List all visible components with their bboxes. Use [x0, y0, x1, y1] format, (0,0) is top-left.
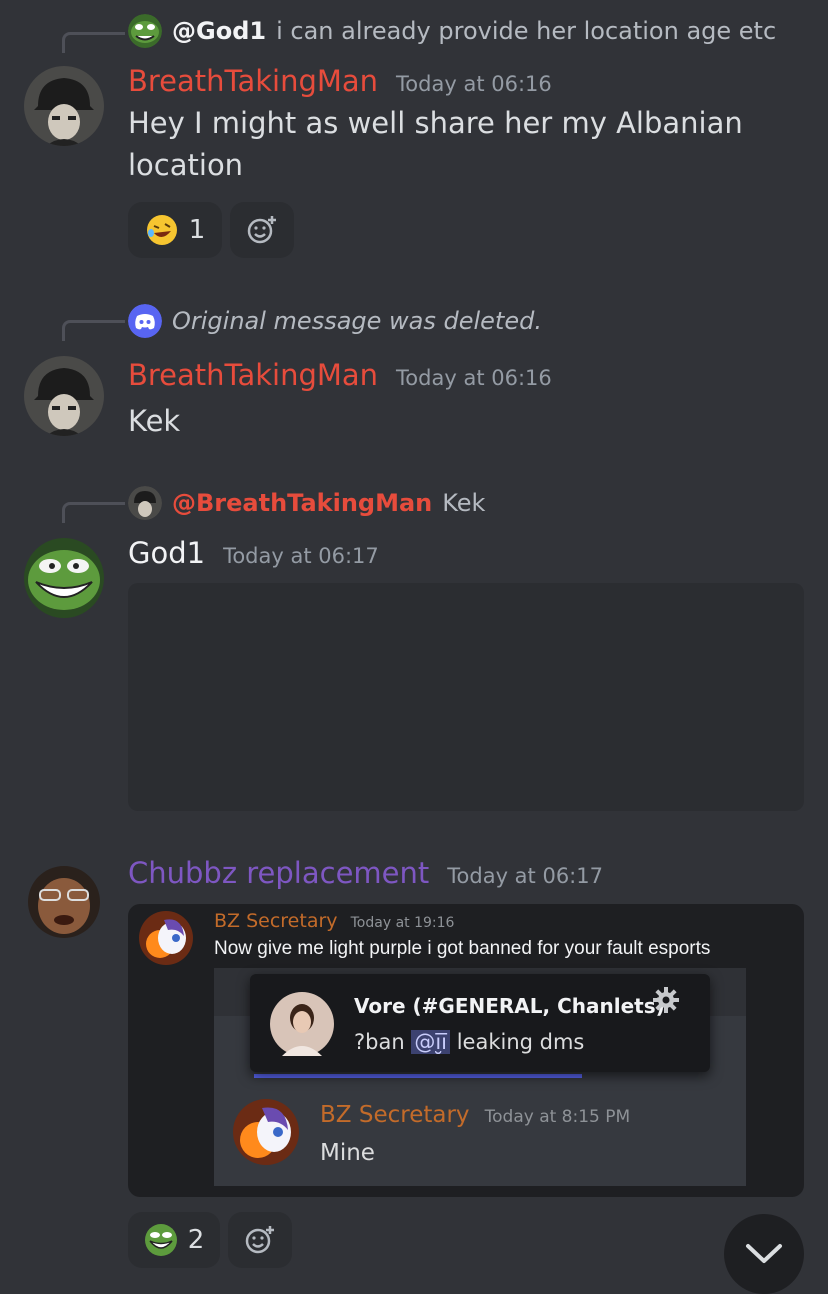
avatar[interactable]	[24, 356, 104, 436]
message-content: Kek	[128, 404, 181, 438]
notification-popup: Vore (#GENERAL, Chanlets) ?ban @ī̮ī leak…	[250, 974, 710, 1072]
message-line: Hey I might as well share her my Albania…	[128, 106, 743, 140]
message-content: Hey I might as well share her my Albania…	[128, 102, 743, 186]
reply-mention[interactable]: @God1	[172, 17, 266, 45]
avatar[interactable]	[24, 538, 104, 618]
image-attachment[interactable]: BZ Secretary Today at 19:16 Now give me …	[128, 904, 804, 1197]
add-reaction-icon	[245, 1226, 274, 1254]
message-header: God1 Today at 06:17	[128, 536, 379, 570]
face-avatar-icon	[28, 866, 100, 938]
message-line: location	[128, 148, 244, 182]
pepe-avatar-icon	[24, 538, 104, 618]
gear-icon	[653, 987, 679, 1013]
rofl-emoji-icon	[146, 215, 177, 245]
popup-text: ?ban	[354, 1030, 405, 1054]
add-reaction-button[interactable]	[228, 1212, 292, 1268]
reply-spine	[62, 320, 125, 341]
chevron-down-icon	[746, 1244, 782, 1263]
reply-text: i can already provide her location age e…	[276, 17, 777, 45]
message-header: Chubbz replacement Today at 06:17	[128, 856, 603, 890]
embed-header: BZ Secretary Today at 19:16	[214, 910, 454, 932]
timestamp: Today at 06:16	[396, 72, 552, 96]
timestamp: Today at 06:17	[447, 864, 603, 888]
reaction-rofl[interactable]: 1	[128, 202, 222, 258]
embed-text: Now give me light purple i got banned fo…	[214, 938, 711, 959]
message-header: BreathTakingMan Today at 06:16	[128, 64, 552, 98]
soldier-avatar-icon	[24, 66, 104, 146]
inner-message-text: Mine	[320, 1140, 375, 1166]
pepe-avatar-icon	[128, 14, 162, 48]
inner-author: BZ Secretary	[320, 1102, 470, 1128]
pepe-laugh-emoji-icon	[144, 1224, 177, 1256]
reply-preview[interactable]: @BreathTakingMan Kek	[128, 486, 485, 520]
inner-time: Today at 8:15 PM	[484, 1107, 631, 1127]
author-name[interactable]: God1	[128, 536, 205, 570]
reaction-pepe[interactable]: 2	[128, 1212, 220, 1268]
media-placeholder[interactable]	[128, 583, 804, 811]
user-avatar-icon	[270, 992, 334, 1056]
discord-logo-icon	[128, 304, 162, 338]
message-header: BreathTakingMan Today at 06:16	[128, 358, 552, 392]
reply-preview[interactable]: Original message was deleted.	[128, 304, 542, 338]
author-name[interactable]: BreathTakingMan	[128, 64, 378, 98]
pony-avatar-icon	[139, 911, 193, 965]
reply-deleted-text: Original message was deleted.	[172, 307, 542, 335]
add-reaction-icon	[247, 216, 276, 244]
popup-body: ?ban @ī̮ī leaking dms	[354, 1030, 584, 1054]
avatar[interactable]	[28, 866, 100, 938]
add-reaction-button[interactable]	[230, 202, 294, 258]
timestamp: Today at 06:17	[223, 544, 379, 568]
reply-spine	[62, 502, 125, 523]
scroll-to-bottom-button[interactable]	[724, 1214, 804, 1294]
author-name[interactable]: Chubbz replacement	[128, 856, 429, 890]
progress-bar	[254, 1074, 582, 1078]
soldier-avatar-icon	[128, 486, 162, 520]
popup-rest: leaking dms	[456, 1030, 585, 1054]
popup-title: Vore (#GENERAL, Chanlets)	[354, 994, 665, 1018]
popup-mention: @ī̮ī	[411, 1030, 451, 1054]
reply-spine	[62, 32, 125, 53]
avatar[interactable]	[24, 66, 104, 146]
embed-time: Today at 19:16	[350, 915, 455, 931]
reaction-count: 2	[187, 1225, 205, 1255]
author-name[interactable]: BreathTakingMan	[128, 358, 378, 392]
soldier-avatar-icon	[24, 356, 104, 436]
timestamp: Today at 06:16	[396, 366, 552, 390]
reply-text: Kek	[442, 489, 486, 517]
reaction-count: 1	[188, 215, 206, 245]
embed-author: BZ Secretary	[214, 910, 338, 932]
reply-mention[interactable]: @BreathTakingMan	[172, 489, 432, 517]
reply-preview[interactable]: @God1 i can already provide her location…	[128, 14, 776, 48]
pony-avatar-icon	[233, 1099, 299, 1165]
inner-message-header: BZ Secretary Today at 8:15 PM	[320, 1102, 630, 1128]
